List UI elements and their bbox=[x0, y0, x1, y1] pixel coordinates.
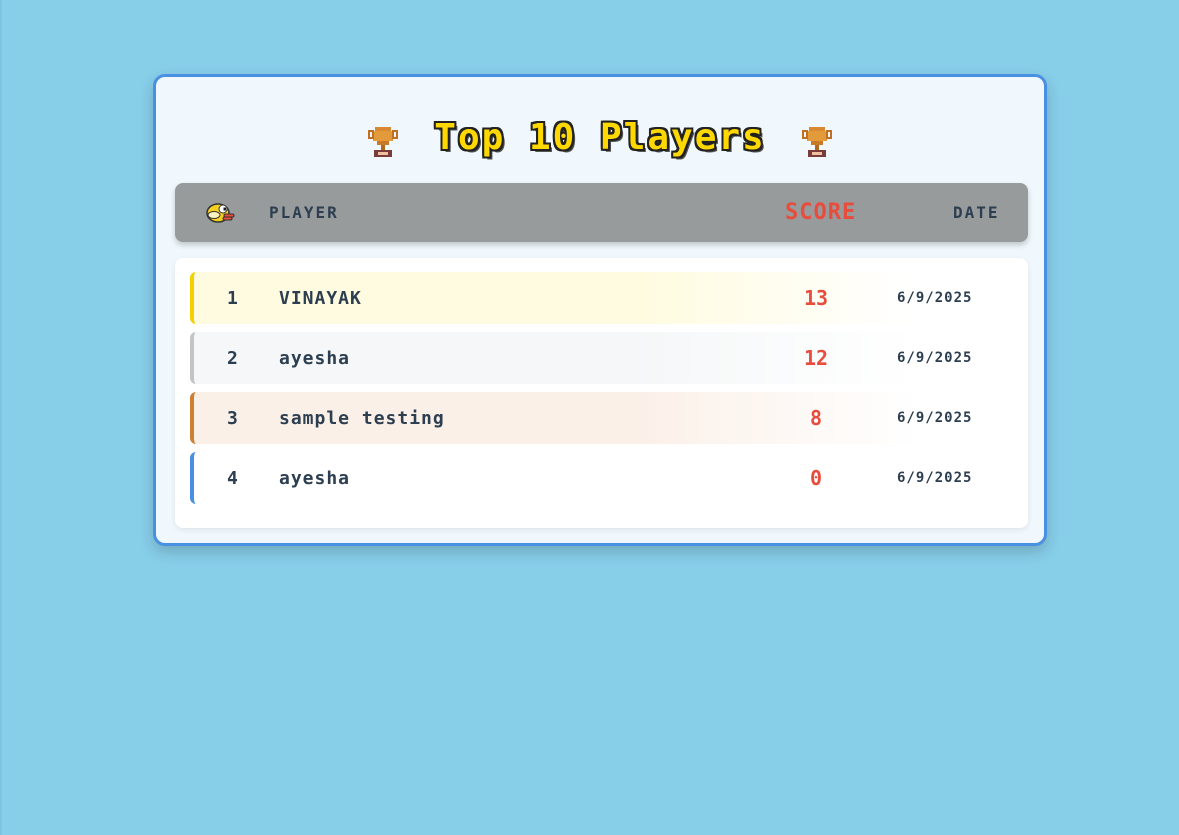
table-row: 3 sample testing 8 6/9/2025 bbox=[190, 392, 998, 444]
leaderboard-panel: Top 10 Players PLAYER SCORE DATE 1 VINAY… bbox=[153, 74, 1047, 546]
table-header: PLAYER SCORE DATE bbox=[175, 183, 1028, 242]
rank-label: 4 bbox=[227, 467, 238, 489]
score-column-header: SCORE bbox=[785, 200, 857, 225]
rank-label: 2 bbox=[227, 347, 238, 369]
player-name: ayesha bbox=[279, 467, 351, 489]
left-edge-strip bbox=[0, 0, 2, 835]
score-date: 6/9/2025 bbox=[897, 290, 973, 306]
player-column-header: PLAYER bbox=[269, 203, 339, 222]
rank-label: 1 bbox=[227, 287, 238, 309]
table-row: 1 VINAYAK 13 6/9/2025 bbox=[190, 272, 998, 324]
player-name: VINAYAK bbox=[279, 287, 362, 309]
score-date: 6/9/2025 bbox=[897, 350, 973, 366]
leaderboard-list: 1 VINAYAK 13 6/9/2025 2 ayesha 12 6/9/20… bbox=[175, 258, 1028, 528]
date-column-header: DATE bbox=[953, 203, 1000, 222]
table-row: 2 ayesha 12 6/9/2025 bbox=[190, 332, 998, 384]
trophy-icon bbox=[368, 125, 399, 159]
trophy-icon bbox=[801, 125, 832, 159]
player-name: ayesha bbox=[279, 347, 351, 369]
player-score: 0 bbox=[809, 466, 823, 490]
page-title: Top 10 Players bbox=[434, 116, 766, 158]
bird-icon bbox=[205, 183, 235, 242]
player-score: 13 bbox=[803, 286, 829, 310]
score-date: 6/9/2025 bbox=[897, 410, 973, 426]
player-name: sample testing bbox=[279, 407, 445, 429]
player-score: 8 bbox=[809, 406, 823, 430]
score-date: 6/9/2025 bbox=[897, 470, 973, 486]
player-score: 12 bbox=[803, 346, 829, 370]
table-row: 4 ayesha 0 6/9/2025 bbox=[190, 452, 998, 504]
leaderboard-title: Top 10 Players bbox=[156, 107, 1044, 167]
rank-label: 3 bbox=[227, 407, 238, 429]
